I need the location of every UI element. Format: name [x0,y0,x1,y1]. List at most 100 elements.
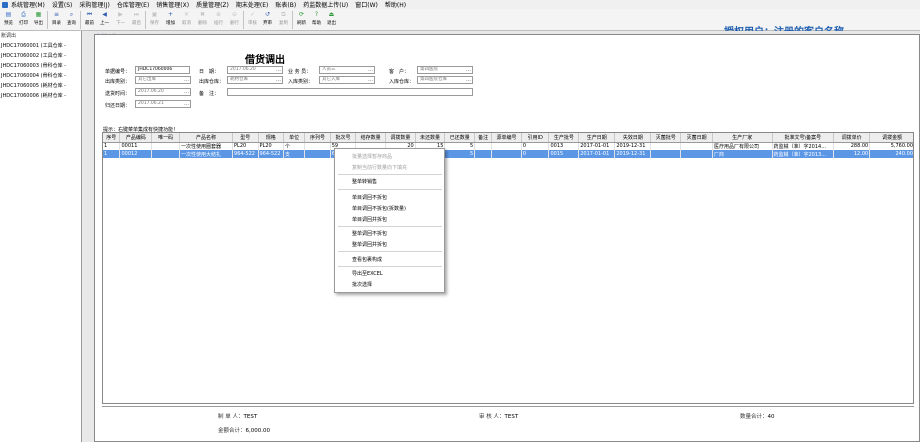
column-header[interactable]: 生产日期 [578,133,616,143]
menu-period-end[interactable]: 期末处理(E) [236,0,268,9]
column-header[interactable]: 生产厂家 [712,133,773,143]
in-warehouse-field[interactable]: 第四医院仓库… [417,76,473,84]
ctx-export-excel[interactable]: 导出至EXCEL [352,270,383,277]
menu-quality[interactable]: 质量管理(Z) [196,0,229,9]
table-cell[interactable]: 2017-01-01 [578,142,616,150]
column-header[interactable]: 序列号 [304,133,331,143]
table-cell[interactable]: 288.00 [833,142,871,150]
ellipsis-button[interactable]: … [184,77,189,83]
remark-field[interactable] [227,88,473,96]
table-cell[interactable]: 5,760.00 [869,142,913,150]
menu-warehouse[interactable]: 仓库管理(E) [117,0,149,9]
table-cell[interactable]: 支 [283,150,306,158]
delete-button[interactable]: ✖ 删除 [195,10,210,30]
print-button[interactable]: ⎙ 打印 [16,10,31,30]
column-header[interactable]: 调拨数量 [385,133,416,143]
ellipsis-button[interactable]: … [276,77,281,83]
table-cell[interactable] [491,142,522,150]
ellipsis-button[interactable]: … [184,89,189,95]
catalog-button[interactable]: ≡ 目录 [49,10,64,30]
table-cell[interactable] [650,150,682,158]
add-button[interactable]: + 增加 [163,10,178,30]
ellipsis-button[interactable]: … [368,67,373,73]
column-header[interactable]: 单位 [283,133,306,143]
table-row-selected[interactable]: 100012一次性使用大结扎964-522964-522支60201550001… [103,150,913,158]
ctx-batch-select[interactable]: 批次选择 [352,281,372,288]
ellipsis-button[interactable]: … [466,67,471,73]
menu-help[interactable]: 帮助(H) [385,0,406,9]
table-cell[interactable]: 2019-12-31 [614,150,652,158]
table-cell[interactable]: 1 [103,142,121,150]
column-header[interactable]: 已还数量 [444,133,476,143]
column-header[interactable]: 结存数量 [355,133,386,143]
table-cell[interactable]: 药监械（准）字2013... [772,150,835,158]
document-list-item[interactable]: JHDC17060004 (骨科仓库 - [0,71,81,81]
ellipsis-button[interactable]: … [184,101,189,107]
column-header[interactable]: 生产批号 [548,133,580,143]
return-date-field[interactable]: 2017.06.21… [135,100,191,108]
table-cell[interactable]: 0 [521,150,550,158]
send-time-field[interactable]: 2017.06.20… [135,88,191,96]
document-list-item[interactable]: JHDC17060005 (耗材仓库 - [0,81,81,91]
next-button[interactable]: ▶ 下一 [113,10,128,30]
exit-button[interactable]: ⏏ 退出 [324,10,339,30]
customer-field[interactable]: 第四医院… [417,66,473,74]
menu-system[interactable]: 系统管理(M) [11,0,45,9]
table-cell[interactable] [680,150,714,158]
column-header[interactable]: 调拨单价 [833,133,871,143]
column-header[interactable]: 备注 [474,133,493,143]
doc-no-field[interactable]: JHDC17060006 [135,66,190,74]
column-header[interactable]: 唯一码 [151,133,180,143]
audit-button[interactable]: ✓ 审核 [245,10,260,30]
table-cell[interactable]: 00012 [119,150,153,158]
table-cell[interactable]: 一次性使用圈套器 [179,142,234,150]
menu-settings[interactable]: 设置(S) [52,0,73,9]
column-header[interactable]: 规格 [258,133,285,143]
table-cell[interactable]: 厂商 [712,150,773,158]
table-cell[interactable] [151,142,180,150]
insert-row-button[interactable]: ⊕ 插行 [211,10,226,30]
ctx-single-return-unpack[interactable]: 单目调回并拆包 [352,216,387,223]
document-list-item[interactable]: JHDC17060002 (工具仓库 - [0,51,81,61]
column-header[interactable]: 灭菌批号 [650,133,682,143]
table-cell[interactable]: 个 [283,142,306,150]
table-cell[interactable]: 0013 [548,142,580,150]
save-button[interactable]: ▣ 保存 [147,10,162,30]
table-cell[interactable] [491,150,522,158]
refresh-button[interactable]: ⟳ 刷新 [294,10,309,30]
table-cell[interactable]: 0015 [548,150,580,158]
menu-reports[interactable]: 账表(B) [275,0,296,9]
column-header[interactable]: 型号 [232,133,259,143]
table-cell[interactable]: 240.00 [869,150,913,158]
column-header[interactable]: 批次号 [330,133,357,143]
column-header[interactable]: 源单编号 [491,133,522,143]
table-cell[interactable]: 2017-01-01 [578,150,616,158]
column-header[interactable]: 未还数量 [415,133,446,143]
document-list-item[interactable]: JHDC17060006 (耗材仓库 - [0,91,81,101]
document-list-item[interactable]: JHDC17060003 (骨科仓库 - [0,61,81,71]
table-cell[interactable] [474,142,493,150]
column-header[interactable]: 产品编码 [119,133,153,143]
out-type-field[interactable]: 其它出库… [135,76,191,84]
table-cell[interactable]: 2019-12-31 [614,142,652,150]
table-cell[interactable] [680,142,714,150]
date-field[interactable]: 2017.06.20… [227,66,283,74]
table-cell[interactable]: 964-522 [232,150,259,158]
in-type-field[interactable]: 其它入库… [319,76,375,84]
menu-sales[interactable]: 销售管理(X) [156,0,189,9]
ctx-view-package[interactable]: 查看包裹构成 [352,256,382,263]
table-cell[interactable]: PL20 [258,142,285,150]
table-cell[interactable] [304,142,331,150]
column-header[interactable]: 批准文号\备案号 [772,133,835,143]
table-cell[interactable]: 00011 [119,142,153,150]
help-button[interactable]: ? 帮助 [309,10,324,30]
first-button[interactable]: ⏮ 最前 [82,10,97,30]
table-cell[interactable]: 964-522 [258,150,285,158]
clerk-field[interactable]: 人员三… [319,66,375,74]
column-header[interactable]: 引用ID [521,133,550,143]
ctx-single-return-no-unpack[interactable]: 单目调回不拆包 [352,194,387,201]
ctx-whole-return-unpack[interactable]: 整单调回并拆包 [352,241,387,248]
export-button[interactable]: ▦ 导出 [31,10,46,30]
out-warehouse-field[interactable]: 耗材仓库… [227,76,283,84]
previous-button[interactable]: ◀ 上一 [97,10,112,30]
